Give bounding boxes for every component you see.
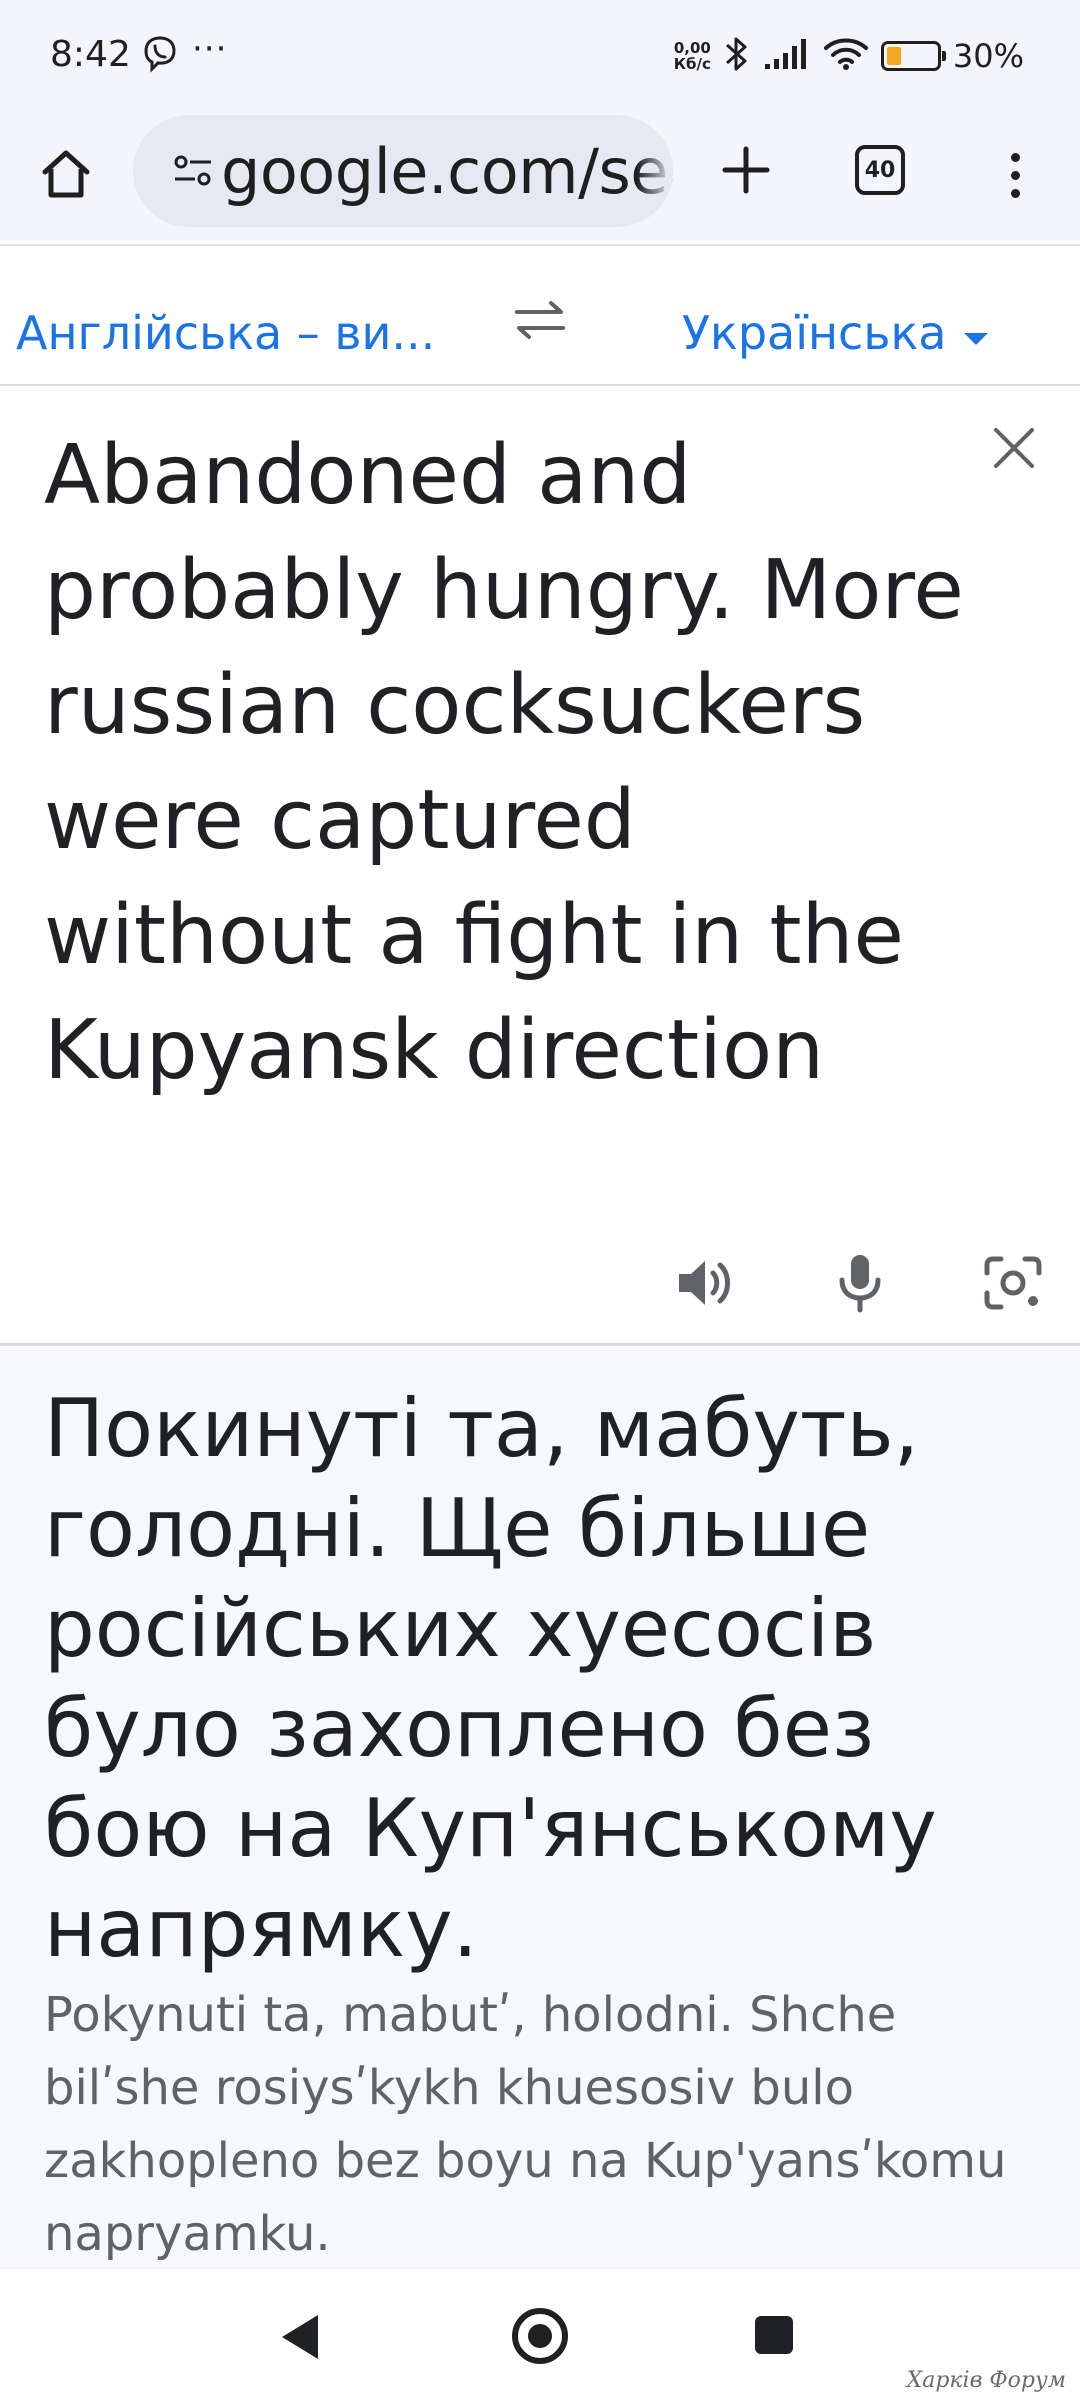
status-time: 8:42 [50,34,131,75]
status-system-icons: 0,00 Кб/с 30% [674,36,1024,76]
source-text-input[interactable]: Abandoned and probably hungry. More russ… [44,418,964,1108]
network-speed-unit: Кб/с [673,55,711,73]
microphone-icon [839,1255,881,1313]
battery-level [886,47,902,65]
status-bar: 8:42 ··· 0,00 Кб/с 30% [0,0,1080,110]
tab-count: 40 [855,145,905,195]
home-icon [42,150,90,198]
swap-languages-button[interactable] [505,290,575,350]
transliteration-text: Pokynuti ta, mabutʹ, holodni. Shche bilʹ… [44,1987,1007,2262]
battery-percent: 30% [952,37,1024,75]
network-speed: 0,00 Кб/с [674,40,711,72]
plus-icon [722,146,770,194]
more-dots-icon: ··· [192,29,228,69]
bluetooth-icon [723,35,751,77]
watermark: Харків Форум [906,2368,1066,2393]
site-settings-icon[interactable] [173,153,213,193]
camera-translate-button[interactable] [978,1248,1048,1318]
translation-panel: Покинуті та, мабуть, голодні. Ще більше … [0,1349,1080,2269]
recents-icon[interactable] [755,2316,793,2354]
lens-icon [984,1256,1042,1310]
source-text-panel: Abandoned and probably hungry. More russ… [0,388,1080,1346]
source-language-button[interactable]: Англійська – ви... [16,306,435,360]
language-selector-row: Англійська – ви... Українська [0,246,1080,386]
system-navigation-bar: Харків Форум [0,2270,1080,2400]
voice-input-button[interactable] [825,1248,895,1318]
target-language-label: Українська [682,306,947,360]
viber-icon [142,35,178,77]
browser-menu-button[interactable] [990,140,1040,210]
signal-icon [763,37,811,75]
close-icon [994,428,1034,468]
network-speed-value: 0,00 [673,39,711,57]
target-language-button[interactable]: Українська [682,306,989,360]
status-notification-icons: ··· [142,32,227,77]
swap-icon [515,301,565,339]
wifi-icon [823,36,869,76]
url-text[interactable]: google.com/search [221,135,673,208]
dropdown-caret-icon [964,333,989,345]
speaker-icon [679,1261,730,1305]
back-icon[interactable] [282,2315,318,2359]
listen-button[interactable] [670,1248,740,1318]
battery-icon [880,41,946,71]
address-bar[interactable]: google.com/search [133,115,673,227]
home-button[interactable] [30,138,102,210]
browser-toolbar: google.com/search 40 [0,110,1080,240]
translation-text: Покинуті та, мабуть, голодні. Ще більше … [44,1382,937,1975]
url-fade [637,115,673,227]
new-tab-button[interactable] [712,134,780,206]
home-circle-icon[interactable] [512,2308,568,2364]
clear-text-button[interactable] [984,418,1044,478]
tab-switcher-button[interactable]: 40 [850,140,910,200]
